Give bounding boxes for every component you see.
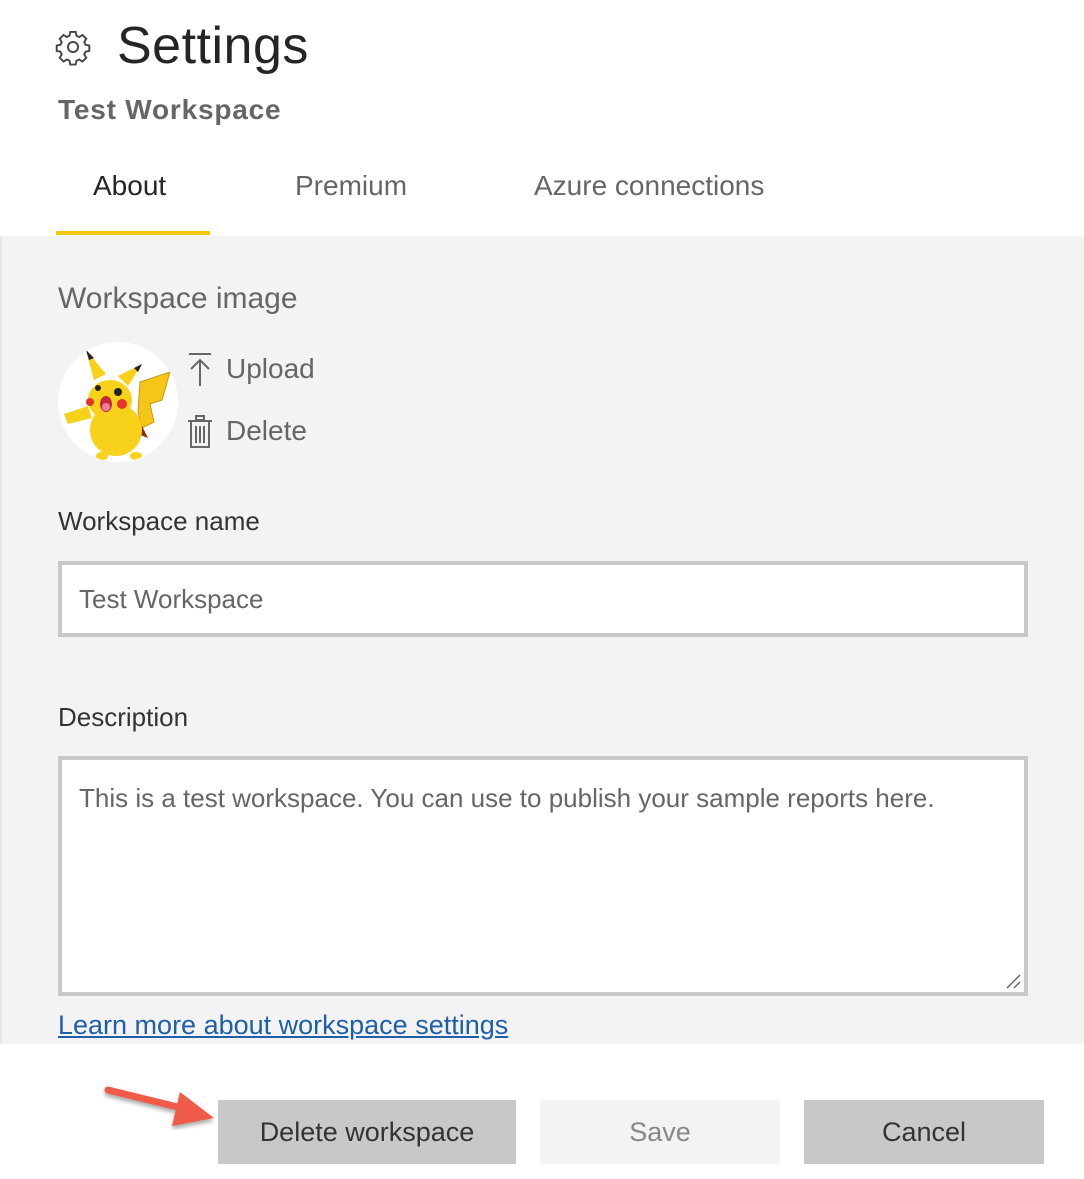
description-textarea[interactable]: This is a test workspace. You can use to… [62, 760, 1024, 992]
workspace-subtitle: Test Workspace [58, 94, 282, 125]
upload-label: Upload [226, 353, 315, 384]
pikachu-image [64, 350, 171, 460]
description-label: Description [58, 702, 189, 732]
delete-image-label: Delete [226, 415, 307, 446]
page-title: Settings [117, 17, 309, 75]
resize-handle-icon[interactable] [1005, 973, 1021, 989]
workspace-name-input[interactable] [62, 565, 1024, 633]
active-tab-indicator [56, 231, 210, 235]
tab-about[interactable]: About [93, 170, 166, 236]
trash-icon [188, 415, 212, 448]
gear-icon [55, 31, 91, 66]
tab-azure-connections[interactable]: Azure connections [534, 170, 764, 236]
save-button[interactable]: Save [540, 1100, 780, 1164]
learn-more-link[interactable]: Learn more about workspace settings [58, 1010, 508, 1041]
delete-image-button[interactable]: Delete [186, 412, 307, 450]
delete-workspace-button[interactable]: Delete workspace [218, 1100, 516, 1164]
cancel-button[interactable]: Cancel [804, 1100, 1044, 1164]
upload-image-button[interactable]: Upload [186, 350, 315, 388]
workspace-name-field-container [58, 561, 1028, 637]
description-field-container: This is a test workspace. You can use to… [58, 756, 1028, 996]
workspace-name-label: Workspace name [58, 506, 260, 536]
upload-icon [189, 353, 211, 386]
workspace-image-label: Workspace image [58, 282, 298, 315]
workspace-avatar [58, 342, 178, 462]
annotation-arrow-icon [104, 1086, 214, 1126]
tab-premium[interactable]: Premium [295, 170, 407, 236]
